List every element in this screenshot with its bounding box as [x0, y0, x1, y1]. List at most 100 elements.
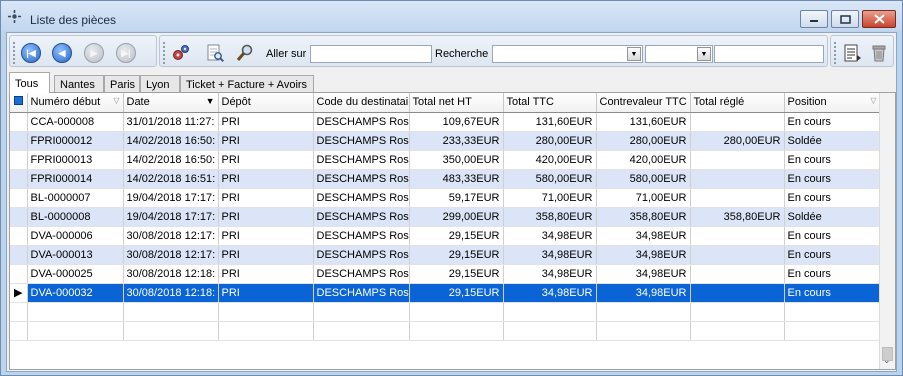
- table-row[interactable]: DVA-000025 30/08/2018 12:18: PRI DESCHAMPS …: [10, 264, 881, 284]
- table-row[interactable]: FPRI000012 14/02/2018 16:50: PRI DESCHAMPS …: [10, 131, 881, 151]
- search-field-combo[interactable]: ▼: [492, 45, 643, 63]
- table-row[interactable]: ▶ DVA-000032 30/08/2018 12:18: PRI DESCHAMPS…: [10, 283, 881, 303]
- search-input[interactable]: [714, 45, 824, 63]
- table-row[interactable]: BL-0000008 19/04/2018 17:17: PRI DESCHAMPS …: [10, 207, 881, 227]
- table-cell[interactable]: DVA-000013: [27, 245, 124, 265]
- table-cell[interactable]: 30/08/2018 12:18:: [123, 283, 219, 303]
- table-cell[interactable]: En cours: [784, 245, 881, 265]
- table-cell[interactable]: 29,15EUR: [409, 245, 504, 265]
- column-header[interactable]: Total TTC: [503, 93, 597, 113]
- table-cell[interactable]: PRI: [218, 207, 314, 227]
- table-cell[interactable]: 280,00EUR: [596, 131, 691, 151]
- column-header[interactable]: Contrevaleur TTC: [596, 93, 691, 113]
- table-cell[interactable]: 280,00EUR: [690, 131, 785, 151]
- table-cell[interactable]: [503, 321, 597, 341]
- table-cell[interactable]: En cours: [784, 169, 881, 189]
- table-cell[interactable]: [784, 302, 881, 322]
- table-cell[interactable]: PRI: [218, 283, 314, 303]
- table-cell[interactable]: CCA-000008: [27, 112, 124, 132]
- table-cell[interactable]: 71,00EUR: [596, 188, 691, 208]
- table-cell[interactable]: 131,60EUR: [503, 112, 597, 132]
- column-header[interactable]: Dépôt: [218, 93, 314, 113]
- row-indicator[interactable]: [10, 150, 28, 170]
- select-all-checkbox[interactable]: [10, 93, 28, 113]
- table-cell[interactable]: 31/01/2018 11:27:: [123, 112, 219, 132]
- table-cell[interactable]: [409, 321, 504, 341]
- row-indicator[interactable]: [10, 226, 28, 246]
- table-cell[interactable]: [690, 264, 785, 284]
- table-cell[interactable]: FPRI000012: [27, 131, 124, 151]
- table-cell[interactable]: [690, 188, 785, 208]
- table-cell[interactable]: [596, 321, 691, 341]
- table-cell[interactable]: 350,00EUR: [409, 150, 504, 170]
- tab-lyon[interactable]: Lyon: [140, 75, 180, 93]
- table-cell[interactable]: [503, 302, 597, 322]
- table-cell[interactable]: En cours: [784, 226, 881, 246]
- gears-icon[interactable]: [171, 43, 191, 63]
- title-bar[interactable]: Liste des pièces: [1, 1, 902, 31]
- row-indicator[interactable]: [10, 112, 28, 132]
- table-cell[interactable]: DESCHAMPS Rose: [313, 264, 410, 284]
- table-cell[interactable]: 29,15EUR: [409, 226, 504, 246]
- document-search-icon[interactable]: [205, 43, 225, 63]
- tab-nantes[interactable]: Nantes: [54, 75, 104, 93]
- tab-tous[interactable]: Tous: [9, 72, 50, 93]
- table-cell[interactable]: [690, 283, 785, 303]
- table-cell[interactable]: PRI: [218, 245, 314, 265]
- dropdown-arrow-button[interactable]: ▼: [627, 47, 641, 61]
- table-row[interactable]: BL-0000007 19/04/2018 17:17: PRI DESCHAMPS …: [10, 188, 881, 208]
- table-cell[interactable]: 34,98EUR: [503, 283, 597, 303]
- goto-field[interactable]: [310, 45, 432, 63]
- table-cell[interactable]: 358,80EUR: [690, 207, 785, 227]
- table-cell[interactable]: [690, 112, 785, 132]
- table-cell[interactable]: 131,60EUR: [596, 112, 691, 132]
- table-cell[interactable]: 29,15EUR: [409, 264, 504, 284]
- table-cell[interactable]: [218, 302, 314, 322]
- table-cell[interactable]: PRI: [218, 226, 314, 246]
- table-cell[interactable]: FPRI000014: [27, 169, 124, 189]
- table-cell[interactable]: 34,98EUR: [503, 226, 597, 246]
- toolbar-grip[interactable]: [13, 42, 16, 64]
- table-cell[interactable]: Soldée: [784, 207, 881, 227]
- table-cell[interactable]: 233,33EUR: [409, 131, 504, 151]
- table-row[interactable]: DVA-000006 30/08/2018 12:17: PRI DESCHAMPS …: [10, 226, 881, 246]
- table-cell[interactable]: 420,00EUR: [503, 150, 597, 170]
- table-cell[interactable]: 34,98EUR: [596, 226, 691, 246]
- table-cell[interactable]: [123, 321, 219, 341]
- empty-row[interactable]: [10, 321, 881, 341]
- column-header[interactable]: Date ▼: [123, 93, 219, 113]
- table-cell[interactable]: 30/08/2018 12:17:: [123, 245, 219, 265]
- table-cell[interactable]: En cours: [784, 264, 881, 284]
- dropdown-arrow-button[interactable]: ▼: [697, 47, 711, 61]
- table-cell[interactable]: 71,00EUR: [503, 188, 597, 208]
- table-cell[interactable]: PRI: [218, 150, 314, 170]
- toolbar-grip[interactable]: [834, 42, 837, 64]
- table-cell[interactable]: Soldée: [784, 131, 881, 151]
- table-cell[interactable]: En cours: [784, 150, 881, 170]
- row-indicator[interactable]: ▶: [10, 283, 28, 303]
- table-cell[interactable]: [784, 321, 881, 341]
- previous-record-button[interactable]: ◀: [52, 43, 72, 63]
- table-cell[interactable]: DESCHAMPS Rose: [313, 283, 410, 303]
- table-cell[interactable]: DESCHAMPS Rose: [313, 150, 410, 170]
- table-cell[interactable]: DESCHAMPS Rose: [313, 112, 410, 132]
- column-header[interactable]: Total net HT: [409, 93, 504, 113]
- table-cell[interactable]: PRI: [218, 188, 314, 208]
- column-header[interactable]: Position ▽: [784, 93, 881, 113]
- table-cell[interactable]: 19/04/2018 17:17:: [123, 188, 219, 208]
- table-cell[interactable]: 34,98EUR: [596, 283, 691, 303]
- table-cell[interactable]: [313, 321, 410, 341]
- table-cell[interactable]: PRI: [218, 131, 314, 151]
- search-operator-combo[interactable]: ▼: [645, 45, 713, 63]
- table-cell[interactable]: [218, 321, 314, 341]
- table-cell[interactable]: 109,67EUR: [409, 112, 504, 132]
- table-cell[interactable]: [27, 321, 124, 341]
- table-cell[interactable]: 358,80EUR: [503, 207, 597, 227]
- table-cell[interactable]: [690, 150, 785, 170]
- table-cell[interactable]: [690, 245, 785, 265]
- maximize-button[interactable]: [831, 10, 859, 28]
- table-cell[interactable]: 19/04/2018 17:17:: [123, 207, 219, 227]
- table-cell[interactable]: 59,17EUR: [409, 188, 504, 208]
- empty-row[interactable]: [10, 302, 881, 322]
- table-row[interactable]: FPRI000014 14/02/2018 16:51: PRI DESCHAMPS …: [10, 169, 881, 189]
